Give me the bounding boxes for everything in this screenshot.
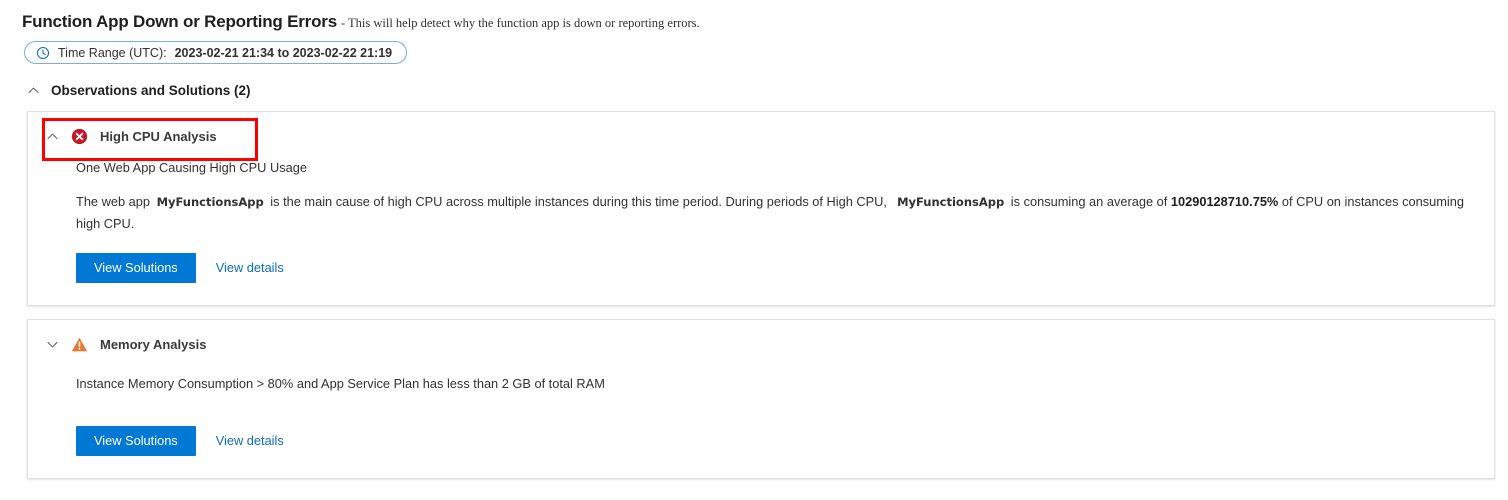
- card-body-memory: Instance Memory Consumption > 80% and Ap…: [28, 365, 1494, 393]
- section-title: Observations and Solutions (2): [51, 82, 251, 98]
- page-subtitle: - This will help detect why the function…: [340, 16, 700, 30]
- observations-section-header[interactable]: Observations and Solutions (2): [0, 65, 1508, 98]
- time-range-row: Time Range (UTC): 2023-02-21 21:34 to 20…: [0, 32, 1508, 65]
- detail-part-1: The web app: [76, 193, 150, 209]
- chevron-down-icon[interactable]: [46, 338, 59, 351]
- app-name-token-2: MyFunctionsApp: [897, 194, 1005, 209]
- page-header: Function App Down or Reporting Errors - …: [0, 0, 1508, 32]
- card-actions-memory: View Solutions View details: [28, 407, 1494, 478]
- view-solutions-button[interactable]: View Solutions: [76, 425, 196, 456]
- card-actions-high-cpu: View Solutions View details: [28, 234, 1494, 305]
- cpu-percent-value: 10290128710.75%: [1170, 193, 1279, 209]
- view-details-link[interactable]: View details: [208, 433, 292, 448]
- card-summary-high-cpu: One Web App Causing High CPU Usage: [76, 159, 307, 175]
- observation-cards: High CPU Analysis One Web App Causing Hi…: [0, 98, 1508, 479]
- detail-part-3: is consuming an average of: [1010, 193, 1168, 209]
- chevron-up-icon[interactable]: [46, 130, 59, 143]
- detail-part-2: is the main cause of high CPU across mul…: [270, 193, 887, 209]
- card-body-high-cpu: One Web App Causing High CPU Usage The w…: [28, 159, 1494, 234]
- view-solutions-button[interactable]: View Solutions: [76, 252, 196, 283]
- observation-card-high-cpu: High CPU Analysis One Web App Causing Hi…: [27, 110, 1495, 306]
- card-title-memory: Memory Analysis: [100, 336, 207, 352]
- page-title: Function App Down or Reporting Errors: [22, 12, 337, 31]
- error-circle-x-icon: [71, 128, 88, 145]
- chevron-up-icon[interactable]: [27, 84, 40, 97]
- card-summary-memory: Instance Memory Consumption > 80% and Ap…: [76, 375, 605, 391]
- card-detail-high-cpu: The web app MyFunctionsApp is the main c…: [76, 191, 1472, 234]
- warning-triangle-icon: [71, 336, 88, 353]
- app-name-token-1: MyFunctionsApp: [156, 194, 264, 209]
- observation-card-memory: Memory Analysis Instance Memory Consumpt…: [27, 318, 1495, 479]
- time-range-label: Time Range (UTC):: [58, 45, 167, 60]
- card-header-high-cpu[interactable]: High CPU Analysis: [28, 112, 1494, 159]
- time-range-value: 2023-02-21 21:34 to 2023-02-22 21:19: [174, 45, 393, 60]
- time-range-pill[interactable]: Time Range (UTC): 2023-02-21 21:34 to 20…: [24, 41, 408, 64]
- card-title-high-cpu: High CPU Analysis: [100, 128, 217, 144]
- card-header-memory[interactable]: Memory Analysis: [28, 320, 1494, 365]
- clock-icon: [36, 46, 50, 60]
- view-details-link[interactable]: View details: [208, 260, 292, 275]
